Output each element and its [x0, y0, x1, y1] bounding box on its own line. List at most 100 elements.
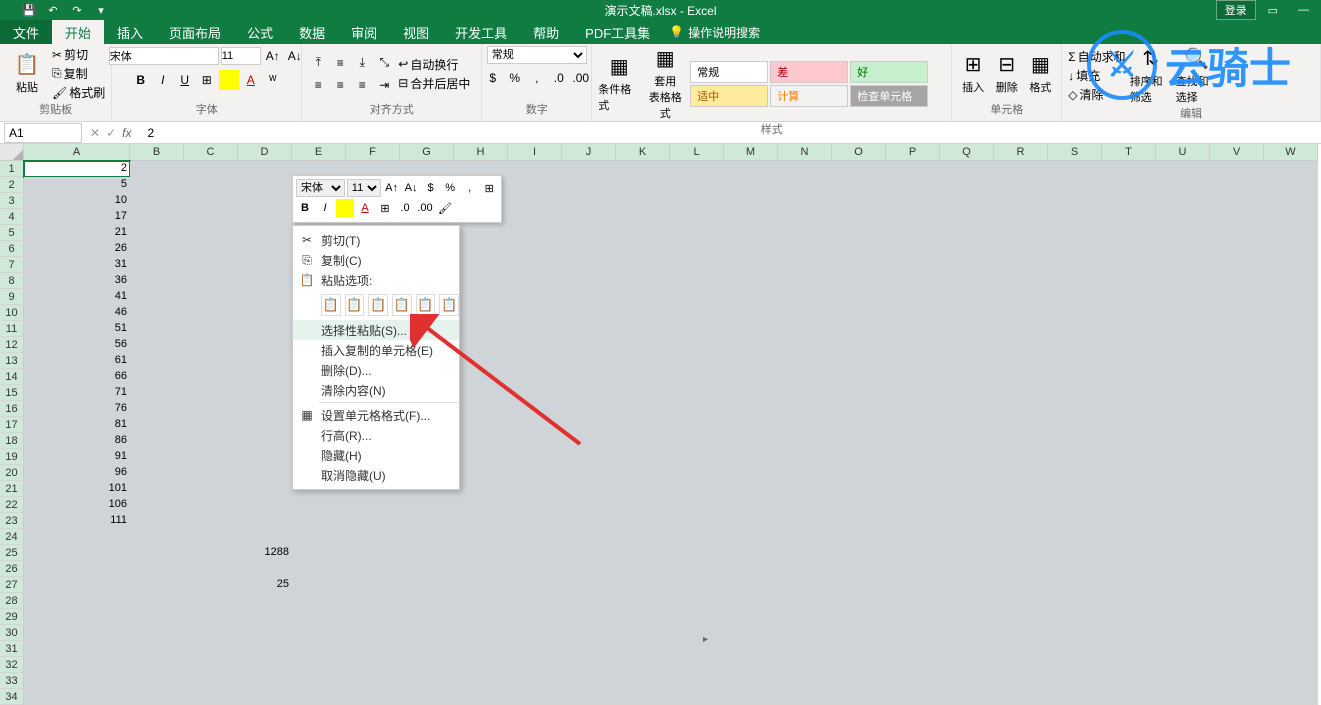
cell-V15[interactable] — [1210, 385, 1264, 401]
cell-U3[interactable] — [1156, 193, 1210, 209]
format-cells-button[interactable]: ▦格式 — [1026, 52, 1056, 95]
cell-E24[interactable] — [292, 529, 346, 545]
cell-T22[interactable] — [1102, 497, 1156, 513]
cell-A27[interactable] — [24, 577, 130, 593]
column-header-E[interactable]: E — [292, 144, 346, 161]
cell-I1[interactable] — [508, 161, 562, 177]
cell-C6[interactable] — [184, 241, 238, 257]
cell-B34[interactable] — [130, 689, 184, 705]
cell-L32[interactable] — [670, 657, 724, 673]
column-header-H[interactable]: H — [454, 144, 508, 161]
cell-F30[interactable] — [346, 625, 400, 641]
cell-P27[interactable] — [886, 577, 940, 593]
wrap-text-button[interactable]: ↩自动换行 — [398, 56, 470, 73]
cell-F34[interactable] — [346, 689, 400, 705]
cell-W16[interactable] — [1264, 401, 1318, 417]
align-bottom-icon[interactable]: ⤓ — [352, 53, 372, 73]
cell-L9[interactable] — [670, 289, 724, 305]
cell-D4[interactable] — [238, 209, 292, 225]
cell-B33[interactable] — [130, 673, 184, 689]
cell-Q28[interactable] — [940, 593, 994, 609]
cell-K7[interactable] — [616, 257, 670, 273]
row-header-7[interactable]: 7 — [0, 257, 24, 273]
cell-K1[interactable] — [616, 161, 670, 177]
undo-icon[interactable]: ↶ — [46, 3, 60, 17]
cell-D32[interactable] — [238, 657, 292, 673]
delete-cells-button[interactable]: ⊟删除 — [992, 52, 1022, 95]
cell-C12[interactable] — [184, 337, 238, 353]
cell-F31[interactable] — [346, 641, 400, 657]
cell-F25[interactable] — [346, 545, 400, 561]
cell-I12[interactable] — [508, 337, 562, 353]
cell-P6[interactable] — [886, 241, 940, 257]
cell-M21[interactable] — [724, 481, 778, 497]
cell-F29[interactable] — [346, 609, 400, 625]
cell-J2[interactable] — [562, 177, 616, 193]
cell-Q13[interactable] — [940, 353, 994, 369]
column-header-A[interactable]: A — [24, 144, 130, 161]
name-box[interactable] — [4, 123, 82, 143]
cell-B1[interactable] — [130, 161, 184, 177]
cell-J32[interactable] — [562, 657, 616, 673]
increase-decimal-icon[interactable]: .0 — [549, 68, 569, 88]
cell-H15[interactable] — [454, 385, 508, 401]
tab-home[interactable]: 开始 — [52, 20, 104, 44]
cell-O20[interactable] — [832, 465, 886, 481]
cell-L31[interactable] — [670, 641, 724, 657]
autosum-button[interactable]: Σ自动求和 — [1068, 48, 1125, 65]
cell-V27[interactable] — [1210, 577, 1264, 593]
cell-P2[interactable] — [886, 177, 940, 193]
cell-W21[interactable] — [1264, 481, 1318, 497]
cell-J11[interactable] — [562, 321, 616, 337]
mini-fill-color-button[interactable] — [336, 199, 354, 217]
cell-I5[interactable] — [508, 225, 562, 241]
cell-O22[interactable] — [832, 497, 886, 513]
cell-S13[interactable] — [1048, 353, 1102, 369]
cell-L28[interactable] — [670, 593, 724, 609]
cell-W6[interactable] — [1264, 241, 1318, 257]
insert-cells-button[interactable]: ⊞插入 — [958, 52, 988, 95]
cell-H25[interactable] — [454, 545, 508, 561]
cell-D16[interactable] — [238, 401, 292, 417]
cell-U18[interactable] — [1156, 433, 1210, 449]
cell-O2[interactable] — [832, 177, 886, 193]
cell-R11[interactable] — [994, 321, 1048, 337]
paste-option-6[interactable]: 📋 — [439, 294, 459, 316]
cut-button[interactable]: ✂剪切 — [52, 46, 105, 63]
cell-I18[interactable] — [508, 433, 562, 449]
cell-E26[interactable] — [292, 561, 346, 577]
cell-I20[interactable] — [508, 465, 562, 481]
row-header-23[interactable]: 23 — [0, 513, 24, 529]
cell-P4[interactable] — [886, 209, 940, 225]
cell-M5[interactable] — [724, 225, 778, 241]
cell-L6[interactable] — [670, 241, 724, 257]
italic-button[interactable]: I — [153, 70, 173, 90]
cell-J19[interactable] — [562, 449, 616, 465]
cell-W33[interactable] — [1264, 673, 1318, 689]
cell-D18[interactable] — [238, 433, 292, 449]
cell-T33[interactable] — [1102, 673, 1156, 689]
cell-W22[interactable] — [1264, 497, 1318, 513]
cell-W7[interactable] — [1264, 257, 1318, 273]
cell-O14[interactable] — [832, 369, 886, 385]
cell-U28[interactable] — [1156, 593, 1210, 609]
cell-B26[interactable] — [130, 561, 184, 577]
row-header-31[interactable]: 31 — [0, 641, 24, 657]
cell-L25[interactable] — [670, 545, 724, 561]
cell-B10[interactable] — [130, 305, 184, 321]
cell-A22[interactable]: 106 — [24, 497, 130, 513]
cell-V25[interactable] — [1210, 545, 1264, 561]
cell-W2[interactable] — [1264, 177, 1318, 193]
cell-E28[interactable] — [292, 593, 346, 609]
row-header-5[interactable]: 5 — [0, 225, 24, 241]
cell-N2[interactable] — [778, 177, 832, 193]
cell-W26[interactable] — [1264, 561, 1318, 577]
cell-B21[interactable] — [130, 481, 184, 497]
mini-font-color-button[interactable]: A — [356, 199, 374, 217]
cell-J9[interactable] — [562, 289, 616, 305]
cell-R33[interactable] — [994, 673, 1048, 689]
cell-M3[interactable] — [724, 193, 778, 209]
cell-L8[interactable] — [670, 273, 724, 289]
cell-M10[interactable] — [724, 305, 778, 321]
cell-S11[interactable] — [1048, 321, 1102, 337]
